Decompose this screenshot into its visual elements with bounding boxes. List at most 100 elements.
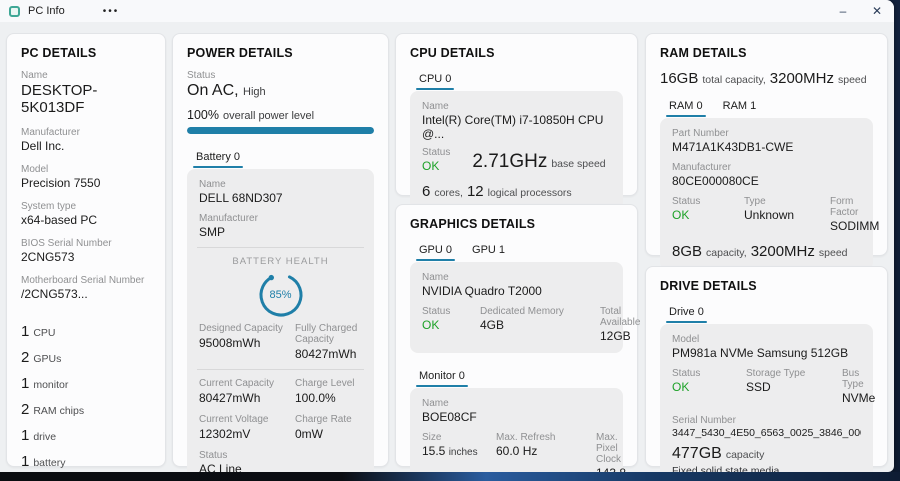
count-battery: 1 battery <box>21 453 151 470</box>
ram-details-panel: RAM DETAILS 16GB total capacity, 3200MHz… <box>645 33 888 270</box>
drive-details-title: DRIVE DETAILS <box>660 279 757 293</box>
ram-cap-value: 8GB <box>672 243 703 260</box>
count-cpu: 1 CPU <box>21 323 151 340</box>
gpu-total-label: Total Available <box>600 306 641 328</box>
pc-model-label: Model <box>21 164 49 175</box>
power-status-sub: High <box>243 86 266 98</box>
battery-live-grid: Current Capacity 80427mWh Charge Level 1… <box>199 378 362 441</box>
ram-summary-line: 16GB total capacity, 3200MHz speed <box>660 70 873 87</box>
cpu-details-title: CPU DETAILS <box>410 46 495 60</box>
current-capacity-label: Current Capacity <box>199 378 275 389</box>
ram-formfactor-field: Form Factor SODIMM <box>830 196 879 233</box>
tab-battery-0[interactable]: Battery 0 <box>192 148 244 169</box>
drive-serial-label: Serial Number <box>672 415 736 426</box>
count-ram-num: 2 <box>21 401 30 418</box>
cpu-speed-row: Status OK 2.71GHz base speed <box>422 147 611 173</box>
ram-type-value: Unknown <box>744 208 795 222</box>
graphics-details-panel: GRAPHICS DETAILS GPU 0 GPU 1 Name NVIDIA… <box>395 204 640 472</box>
count-monitor-label: monitor <box>33 379 69 391</box>
tab-drive-0[interactable]: Drive 0 <box>666 303 707 324</box>
ram-status-field: Status OK <box>672 196 736 233</box>
ram-speed-label: speed <box>837 74 867 86</box>
current-voltage-value: 12302mV <box>199 427 251 441</box>
power-status-value: On AC, High <box>187 82 374 100</box>
ram-type-label: Type <box>744 196 766 207</box>
ram-mfr-label: Manufacturer <box>672 162 731 173</box>
count-ram-label: RAM chips <box>33 405 85 417</box>
tab-monitor-0[interactable]: Monitor 0 <box>416 367 468 388</box>
power-details-title: POWER DETAILS <box>187 46 293 60</box>
drive-status-field: Status OK <box>672 368 738 405</box>
cpu-details-panel: CPU DETAILS CPU 0 Name Intel(R) Core(TM)… <box>395 33 638 210</box>
gpu-stats: Status OK Dedicated Memory 4GB Total Ava… <box>422 306 640 343</box>
charge-rate-label: Charge Rate <box>295 414 352 425</box>
battery-capacity-grid: Designed Capacity 95008mWh Fully Charged… <box>199 323 362 361</box>
drive-bustype-value: NVMe <box>842 391 876 405</box>
drive-status-value: OK <box>672 380 690 394</box>
fully-charged-value: 80427mWh <box>295 347 357 361</box>
drive-media-value: Fixed solid state media <box>672 465 780 472</box>
gpu-dedicated-value: 4GB <box>480 318 505 332</box>
current-capacity-value: 80427mWh <box>199 391 261 405</box>
drive-storagetype-field: Storage Type SSD <box>746 368 834 405</box>
drive-capacity-line: 477GB capacity <box>672 445 861 463</box>
power-details-panel: POWER DETAILS Status On AC, High 100% ov… <box>172 33 389 472</box>
tab-ram-1[interactable]: RAM 1 <box>722 97 758 118</box>
gpu-total-field: Total Available 12GB <box>600 306 640 343</box>
ram-part-value: M471A1K43DB1-CWE <box>672 140 794 154</box>
ac-status-value: AC Line <box>199 462 242 472</box>
tab-gpu-1[interactable]: GPU 1 <box>471 241 506 262</box>
designed-capacity-value: 95008mWh <box>199 336 261 350</box>
tab-cpu-0[interactable]: CPU 0 <box>415 70 455 91</box>
cpu-lp-label: logical processors <box>487 187 572 199</box>
fully-charged-label: Fully Charged Capacity <box>295 323 358 345</box>
ram-stick-speed-value: 3200MHz <box>750 243 815 260</box>
count-cpu-num: 1 <box>21 323 30 340</box>
pc-name-label: Name <box>21 70 48 81</box>
drive-storagetype-label: Storage Type <box>746 368 806 379</box>
gpu-tabs: GPU 0 GPU 1 <box>415 241 623 262</box>
count-ram-chips: 2 RAM chips <box>21 401 151 418</box>
tab-ram-0[interactable]: RAM 0 <box>666 97 706 118</box>
ram-details-title: RAM DETAILS <box>660 46 747 60</box>
gpu-card: Name NVIDIA Quadro T2000 Status OK Dedic… <box>410 262 640 353</box>
window-title: PC Info <box>28 5 65 17</box>
charge-level-field: Charge Level 100.0% <box>295 378 362 405</box>
divider <box>197 369 364 370</box>
drive-card: Model PM981a NVMe Samsung 512GB Status O… <box>660 324 875 472</box>
titlebar: PC Info ••• – ✕ <box>0 0 894 22</box>
drive-serial-value: 3447_5430_4E50_6563_0025_3846_0000_0... <box>672 427 861 439</box>
ram-tabs: RAM 0 RAM 1 <box>666 97 873 118</box>
current-capacity-field: Current Capacity 80427mWh <box>199 378 287 405</box>
count-battery-num: 1 <box>21 453 30 470</box>
drive-storagetype-value: SSD <box>746 380 771 394</box>
drive-stats: Status OK Storage Type SSD Bus Type NVMe <box>672 368 875 405</box>
tab-gpu-0[interactable]: GPU 0 <box>415 241 456 262</box>
pc-systemtype-label: System type <box>21 201 77 212</box>
cpu-card: Name Intel(R) Core(TM) i7-10850H CPU @..… <box>410 91 623 210</box>
monitor-tabs: Monitor 0 <box>416 367 623 388</box>
ram-cap-label: capacity, <box>706 247 747 259</box>
pc-model-value: Precision 7550 <box>21 176 101 190</box>
drive-model-value: PM981a NVMe Samsung 512GB <box>672 346 849 360</box>
overflow-menu-icon[interactable]: ••• <box>99 4 124 19</box>
ram-mfr-value: 80CE000080CE <box>672 174 759 188</box>
power-level-label: overall power level <box>222 110 315 122</box>
pc-manufacturer-value: Dell Inc. <box>21 139 65 153</box>
ram-type-field: Type Unknown <box>744 196 822 233</box>
ram-status-value: OK <box>672 208 690 222</box>
power-status-label: Status <box>187 70 216 81</box>
ram-stick-speed-label: speed <box>818 247 848 259</box>
close-button[interactable]: ✕ <box>860 2 894 20</box>
drive-details-panel: DRIVE DETAILS Drive 0 Model PM981a NVMe … <box>645 266 888 472</box>
drive-cap-value: 477GB <box>672 445 722 462</box>
minimize-button[interactable]: – <box>826 2 860 20</box>
cpu-name-value: Intel(R) Core(TM) i7-10850H CPU @... <box>422 113 604 141</box>
pc-details-title: PC DETAILS <box>21 46 97 60</box>
drive-model-label: Model <box>672 334 700 345</box>
pc-mb-serial-value: /2CNG573... <box>21 287 88 301</box>
cpu-status-label: Status <box>422 147 451 158</box>
monitor-refresh-label: Max. Refresh <box>496 432 556 443</box>
desktop-edge <box>0 472 900 481</box>
monitor-name-value: BOE08CF <box>422 410 477 424</box>
